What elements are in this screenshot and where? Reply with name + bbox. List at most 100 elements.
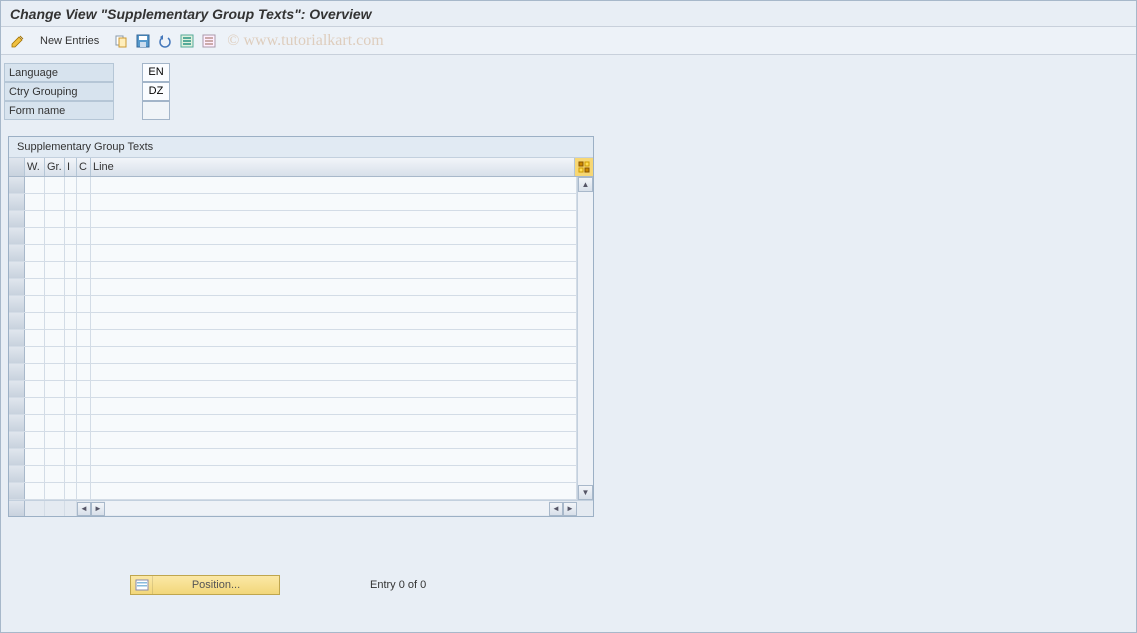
row-selector[interactable] — [9, 262, 25, 278]
row-selector[interactable] — [9, 211, 25, 227]
cell-c[interactable] — [77, 347, 91, 363]
table-row[interactable] — [9, 483, 577, 500]
cell-gr[interactable] — [45, 211, 65, 227]
cell-gr[interactable] — [45, 398, 65, 414]
cell-i[interactable] — [65, 228, 77, 244]
table-row[interactable] — [9, 279, 577, 296]
cell-line[interactable] — [91, 279, 577, 295]
cell-gr[interactable] — [45, 279, 65, 295]
table-row[interactable] — [9, 245, 577, 262]
cell-i[interactable] — [65, 449, 77, 465]
cell-w[interactable] — [25, 432, 45, 448]
cell-line[interactable] — [91, 398, 577, 414]
cell-line[interactable] — [91, 347, 577, 363]
cell-c[interactable] — [77, 296, 91, 312]
table-row[interactable] — [9, 432, 577, 449]
form-name-input[interactable] — [142, 101, 170, 120]
table-row[interactable] — [9, 296, 577, 313]
cell-line[interactable] — [91, 381, 577, 397]
cell-gr[interactable] — [45, 330, 65, 346]
cell-line[interactable] — [91, 330, 577, 346]
cell-line[interactable] — [91, 466, 577, 482]
scroll-left2-icon[interactable]: ◄ — [549, 502, 563, 516]
table-row[interactable] — [9, 466, 577, 483]
cell-i[interactable] — [65, 194, 77, 210]
cell-w[interactable] — [25, 211, 45, 227]
row-selector[interactable] — [9, 364, 25, 380]
table-row[interactable] — [9, 347, 577, 364]
cell-line[interactable] — [91, 211, 577, 227]
cell-i[interactable] — [65, 364, 77, 380]
deselect-all-icon[interactable] — [199, 31, 219, 51]
cell-i[interactable] — [65, 381, 77, 397]
cell-w[interactable] — [25, 177, 45, 193]
cell-c[interactable] — [77, 177, 91, 193]
cell-line[interactable] — [91, 364, 577, 380]
cell-gr[interactable] — [45, 262, 65, 278]
cell-i[interactable] — [65, 466, 77, 482]
row-selector[interactable] — [9, 398, 25, 414]
cell-c[interactable] — [77, 211, 91, 227]
position-button[interactable]: Position... — [130, 575, 280, 595]
cell-i[interactable] — [65, 330, 77, 346]
table-row[interactable] — [9, 449, 577, 466]
cell-w[interactable] — [25, 296, 45, 312]
table-row[interactable] — [9, 398, 577, 415]
table-row[interactable] — [9, 313, 577, 330]
cell-gr[interactable] — [45, 296, 65, 312]
cell-c[interactable] — [77, 262, 91, 278]
column-w[interactable]: W. — [25, 158, 45, 176]
scroll-right-icon[interactable]: ► — [91, 502, 105, 516]
cell-i[interactable] — [65, 432, 77, 448]
cell-w[interactable] — [25, 398, 45, 414]
table-row[interactable] — [9, 415, 577, 432]
hscroll-track[interactable] — [105, 501, 549, 515]
table-config-icon[interactable] — [575, 158, 593, 176]
cell-c[interactable] — [77, 279, 91, 295]
cell-gr[interactable] — [45, 177, 65, 193]
cell-line[interactable] — [91, 262, 577, 278]
table-row[interactable] — [9, 177, 577, 194]
table-row[interactable] — [9, 262, 577, 279]
table-row[interactable] — [9, 364, 577, 381]
cell-c[interactable] — [77, 466, 91, 482]
cell-i[interactable] — [65, 177, 77, 193]
cell-w[interactable] — [25, 415, 45, 431]
cell-gr[interactable] — [45, 381, 65, 397]
table-row[interactable] — [9, 381, 577, 398]
table-row[interactable] — [9, 211, 577, 228]
cell-w[interactable] — [25, 330, 45, 346]
cell-w[interactable] — [25, 194, 45, 210]
cell-line[interactable] — [91, 449, 577, 465]
ctry-grouping-input[interactable]: DZ — [142, 82, 170, 101]
cell-line[interactable] — [91, 296, 577, 312]
cell-w[interactable] — [25, 381, 45, 397]
cell-gr[interactable] — [45, 432, 65, 448]
cell-i[interactable] — [65, 245, 77, 261]
cell-i[interactable] — [65, 279, 77, 295]
cell-line[interactable] — [91, 415, 577, 431]
cell-i[interactable] — [65, 483, 77, 499]
cell-line[interactable] — [91, 245, 577, 261]
row-selector[interactable] — [9, 432, 25, 448]
row-selector[interactable] — [9, 381, 25, 397]
cell-line[interactable] — [91, 177, 577, 193]
cell-i[interactable] — [65, 262, 77, 278]
cell-c[interactable] — [77, 398, 91, 414]
cell-i[interactable] — [65, 347, 77, 363]
cell-i[interactable] — [65, 398, 77, 414]
cell-gr[interactable] — [45, 364, 65, 380]
copy-icon[interactable] — [111, 31, 131, 51]
cell-gr[interactable] — [45, 313, 65, 329]
cell-line[interactable] — [91, 228, 577, 244]
row-selector[interactable] — [9, 330, 25, 346]
row-selector[interactable] — [9, 449, 25, 465]
row-selector[interactable] — [9, 194, 25, 210]
row-selector[interactable] — [9, 415, 25, 431]
cell-c[interactable] — [77, 483, 91, 499]
column-selector[interactable] — [9, 158, 25, 176]
row-selector[interactable] — [9, 483, 25, 499]
scroll-down-icon[interactable]: ▼ — [578, 485, 593, 500]
cell-c[interactable] — [77, 449, 91, 465]
cell-c[interactable] — [77, 432, 91, 448]
